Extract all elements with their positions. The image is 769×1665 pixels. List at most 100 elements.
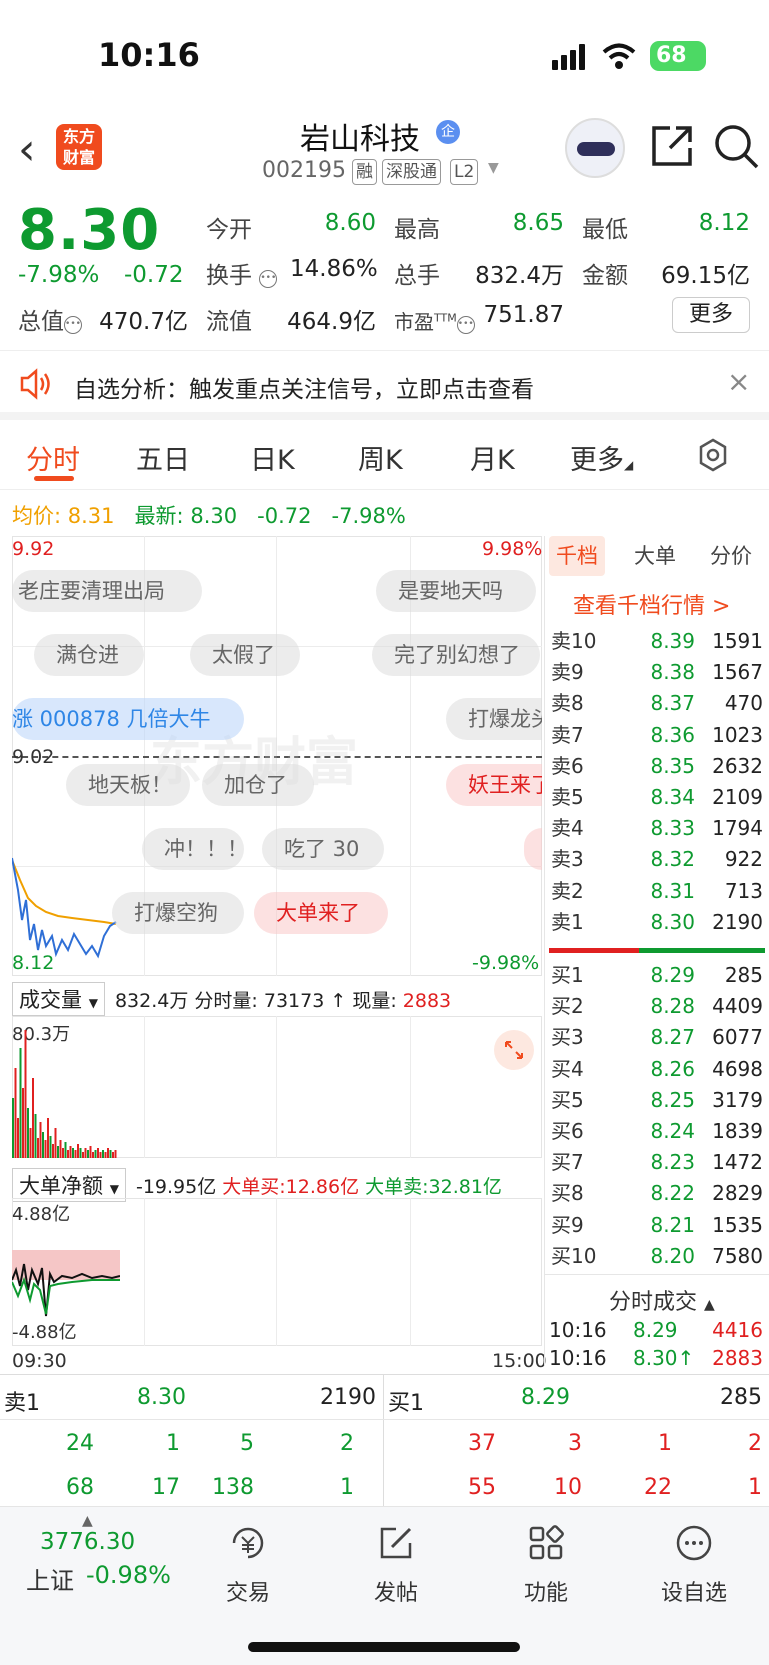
danmu-comment[interactable]: 老庄要清理出局 (12, 570, 202, 612)
last-change: -0.72 (257, 504, 312, 528)
bid-row[interactable]: 买4 8.26 4698 (551, 1054, 763, 1085)
nav-trade[interactable]: 交易 (198, 1523, 298, 1607)
danmu-comment[interactable]: 打爆龙头 (446, 698, 542, 740)
bq-bid1-label: 买1 (388, 1391, 424, 1416)
tab-weekly-k[interactable]: 周K (358, 438, 403, 477)
ask-row[interactable]: 卖1 8.30 2190 (551, 907, 763, 938)
volume-bar (112, 1152, 114, 1158)
nav-post[interactable]: 发帖 (346, 1523, 446, 1607)
bid-row[interactable]: 买10 8.20 7580 (551, 1241, 763, 1272)
amount-label: 金额 (582, 263, 628, 289)
ask-row[interactable]: 卖6 8.35 2632 (551, 751, 763, 782)
chart-start-time: 09:30 (12, 1350, 67, 1372)
caret-up-icon[interactable]: ▲ (82, 1513, 93, 1529)
ask-row[interactable]: 卖9 8.38 1567 (551, 657, 763, 688)
big-order-net: -19.95亿 (135, 1176, 217, 1198)
bid-row[interactable]: 买5 8.25 3179 (551, 1085, 763, 1116)
nav-add-watchlist-label: 设自选 (660, 1581, 727, 1606)
bid-row[interactable]: 买2 8.28 4409 (551, 991, 763, 1022)
share-icon[interactable] (648, 122, 696, 170)
nav-add-watchlist[interactable]: 设自选 (644, 1523, 744, 1607)
bid-row[interactable]: 买8 8.22 2829 (551, 1178, 763, 1209)
volume-selector[interactable]: 成交量 ▼ (12, 982, 105, 1016)
bid-price: 8.20 (650, 1243, 695, 1268)
intraday-price-line (12, 857, 117, 959)
change-percent: -7.98% (18, 262, 100, 288)
danmu-comment[interactable]: 涨 000878 几倍大牛 (12, 698, 244, 740)
search-icon[interactable] (712, 122, 760, 170)
bid-row[interactable]: 买9 8.21 1535 (551, 1210, 763, 1241)
more-dots-icon[interactable]: ••• (456, 316, 475, 334)
caret-down-icon[interactable]: ▼ (488, 160, 499, 176)
volume-bar (34, 1114, 37, 1158)
bid-label: 买9 (551, 1212, 584, 1237)
ask-row[interactable]: 卖10 8.39 1591 (551, 626, 763, 657)
tick-volume: 4416 (712, 1318, 763, 1342)
tag-l2: L2 (450, 159, 479, 185)
tab-five-day[interactable]: 五日 (136, 438, 190, 477)
more-dots-icon[interactable]: ••• (259, 270, 278, 288)
index-change[interactable]: -0.98% (86, 1561, 171, 1589)
index-name[interactable]: 上证 (26, 1561, 74, 1596)
danmu-comment[interactable]: 太假了 (190, 634, 300, 676)
robot-assistant-icon[interactable] (565, 118, 625, 178)
volume-info-row: 成交量 ▼ 832.4万 分时量: 73173 ↑ 现量: 2883 (12, 982, 451, 1016)
ticks-title[interactable]: 分时成交 ▲ (609, 1284, 715, 1316)
danmu-comment[interactable]: 吃了 30 (262, 828, 384, 870)
avg-value: 8.31 (67, 504, 115, 528)
danmu-comment[interactable]: 冲！！！ (142, 828, 244, 870)
ask-row[interactable]: 卖8 8.37 470 (551, 688, 763, 719)
danmu-comment[interactable]: 地天板！ (66, 764, 190, 806)
index-value[interactable]: 3776.30 (40, 1529, 135, 1555)
tab-order-depth[interactable]: 千档 (549, 536, 605, 576)
expand-icon[interactable] (494, 1030, 534, 1070)
tab-big-orders[interactable]: 大单 (627, 536, 683, 576)
tab-more[interactable]: 更多◢ (570, 438, 633, 477)
bid-volume: 1535 (712, 1212, 763, 1237)
danmu-comment[interactable]: 打爆空狗 (112, 892, 244, 934)
ask-row[interactable]: 卖3 8.32 922 (551, 844, 763, 875)
danmu-comment[interactable]: 是要地天吗 (376, 570, 536, 612)
danmu-comment[interactable]: 完了别幻想了 (372, 634, 540, 676)
ask-volume: 1591 (712, 629, 763, 653)
danmu-comment[interactable]: 大单来了 (254, 892, 388, 934)
danmu-comment[interactable]: 满仓进 (34, 634, 144, 676)
more-button[interactable]: 更多 (672, 297, 750, 333)
back-arrow-icon[interactable]: ‹ (18, 128, 36, 172)
bq-left-cell: 1 (166, 1431, 180, 1456)
notice-banner[interactable]: 自选分析：触发重点关注信号，立即点击查看 × (0, 350, 769, 420)
tab-more-label: 更多 (570, 445, 624, 476)
tab-intraday[interactable]: 分时 (26, 438, 80, 477)
bid-volume: 1472 (712, 1150, 763, 1175)
tab-price-distribution[interactable]: 分价 (701, 536, 761, 576)
danmu-comment[interactable]: 加仓了 (202, 764, 314, 806)
bid-row[interactable]: 买3 8.27 6077 (551, 1022, 763, 1053)
ask-label: 卖9 (551, 660, 584, 685)
big-order-selector[interactable]: 大单净额 ▼ (12, 1168, 126, 1202)
nav-functions[interactable]: 功能 (496, 1523, 596, 1607)
close-icon[interactable]: × (727, 365, 750, 398)
low-value: 8.12 (698, 210, 750, 236)
avg-label: 均价: (12, 504, 62, 528)
gear-icon[interactable] (696, 438, 730, 472)
tag-margin: 融 (352, 159, 377, 185)
ask-row[interactable]: 卖7 8.36 1023 (551, 720, 763, 751)
tab-daily-k[interactable]: 日K (250, 438, 295, 477)
more-dots-icon[interactable]: ••• (64, 316, 82, 334)
big-sell-label: 大单卖: (365, 1176, 429, 1198)
ask-row[interactable]: 卖5 8.34 2109 (551, 782, 763, 813)
ask-volume: 922 (724, 847, 763, 872)
bid-row[interactable]: 买1 8.29 285 (551, 960, 763, 991)
ask-row[interactable]: 卖2 8.31 713 (551, 876, 763, 907)
bid-volume: 2829 (712, 1181, 763, 1206)
ask-label: 卖2 (551, 878, 584, 903)
bid-row[interactable]: 买6 8.24 1839 (551, 1116, 763, 1147)
minute-vol-value: 73173 (263, 990, 325, 1012)
bid-row[interactable]: 买7 8.23 1472 (551, 1147, 763, 1178)
ask-price: 8.38 (650, 660, 695, 685)
tab-monthly-k[interactable]: 月K (470, 438, 515, 477)
bq-bid1-vol: 285 (720, 1385, 762, 1410)
view-depth-link[interactable]: 查看千档行情 > (573, 588, 730, 620)
ask-row[interactable]: 卖4 8.33 1794 (551, 813, 763, 844)
danmu-comment[interactable]: 妖王来了 (446, 764, 542, 806)
